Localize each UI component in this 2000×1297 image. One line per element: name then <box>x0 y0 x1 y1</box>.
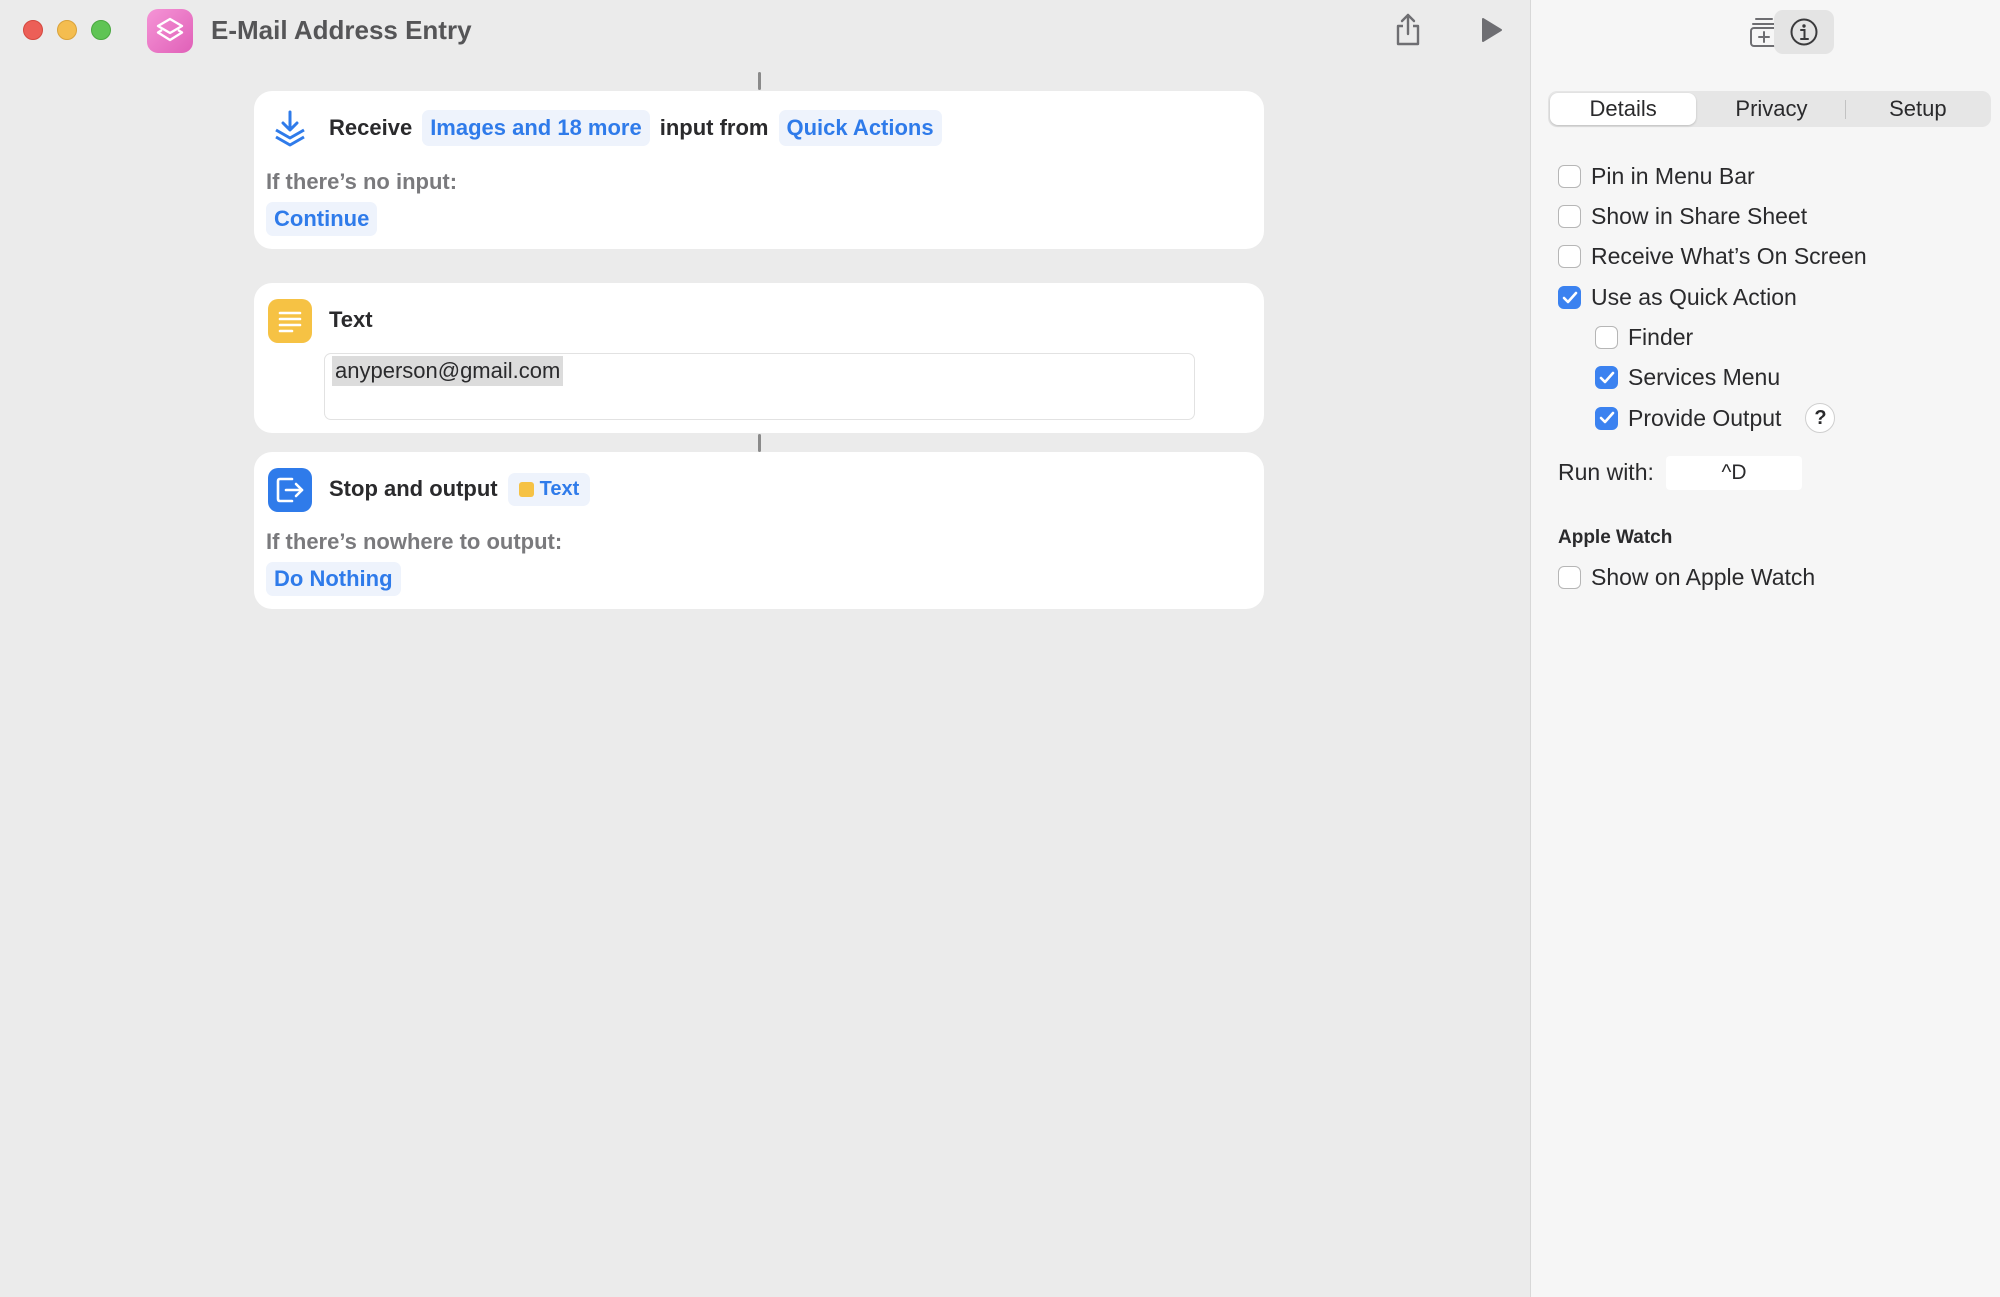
nowhere-output-label: If there’s nowhere to output: <box>266 529 563 554</box>
checkbox[interactable] <box>1558 165 1581 188</box>
info-icon <box>1790 18 1818 46</box>
tab-details[interactable]: Details <box>1550 93 1697 125</box>
text-variable-icon <box>518 481 534 497</box>
flow-connector <box>758 434 761 452</box>
option-show-on-apple-watch[interactable]: Show on Apple Watch <box>1558 564 1815 591</box>
option-label: Use as Quick Action <box>1591 284 1797 310</box>
checkbox[interactable] <box>1595 326 1618 349</box>
checkbox[interactable] <box>1595 366 1618 389</box>
option-receive-whats-on-screen[interactable]: Receive What’s On Screen <box>1558 243 1867 270</box>
minimize-window-button[interactable] <box>57 20 77 40</box>
option-label: Pin in Menu Bar <box>1591 163 1755 189</box>
option-label: Provide Output <box>1628 404 1782 431</box>
stop-row: Stop and output Text <box>329 470 591 508</box>
checkmark-icon <box>1599 411 1614 424</box>
output-variable-label: Text <box>539 477 580 500</box>
text-action-label: Text <box>329 307 373 332</box>
flow-connector <box>758 72 761 90</box>
option-use-as-quick-action[interactable]: Use as Quick Action <box>1558 284 1797 311</box>
help-button[interactable]: ? <box>1805 403 1836 433</box>
shortcuts-app-icon <box>147 9 193 53</box>
keyboard-shortcut-field[interactable]: ^D <box>1666 456 1802 490</box>
nowhere-output-behavior-token[interactable]: Do Nothing <box>266 562 401 596</box>
text-content-field[interactable]: anyperson@gmail.com <box>324 353 1195 420</box>
checkbox[interactable] <box>1558 205 1581 228</box>
share-icon <box>1396 13 1420 46</box>
share-button[interactable] <box>1389 11 1427 49</box>
tab-setup[interactable]: Setup <box>1844 91 1991 127</box>
input-source-token[interactable]: Quick Actions <box>778 110 942 146</box>
text-action-card[interactable]: Text anyperson@gmail.com <box>254 283 1264 433</box>
option-label: Receive What’s On Screen <box>1591 243 1867 269</box>
input-types-token[interactable]: Images and 18 more <box>422 110 650 146</box>
checkbox[interactable] <box>1558 566 1581 589</box>
checkbox[interactable] <box>1558 245 1581 268</box>
option-services-menu[interactable]: Services Menu <box>1595 364 1780 391</box>
apple-watch-header: Apple Watch <box>1558 527 1673 548</box>
text-row: Text <box>329 301 373 339</box>
receive-label: Receive <box>329 115 413 140</box>
option-pin-in-menu-bar[interactable]: Pin in Menu Bar <box>1558 163 1755 190</box>
text-action-icon <box>268 299 312 343</box>
input-from-label: input from <box>659 115 769 140</box>
run-with-label: Run with: <box>1558 459 1654 485</box>
sidebar-tabs: Details Privacy Setup <box>1548 91 1991 127</box>
checkmark-icon <box>1562 291 1577 303</box>
text-content-value[interactable]: anyperson@gmail.com <box>332 356 564 386</box>
tab-separator <box>1844 100 1846 119</box>
run-button[interactable] <box>1472 11 1510 49</box>
option-show-in-share-sheet[interactable]: Show in Share Sheet <box>1558 203 1807 230</box>
checkmark-icon <box>1599 371 1614 383</box>
window-title: E-Mail Address Entry <box>211 15 472 45</box>
receive-row: Receive Images and 18 more input from Qu… <box>329 109 942 147</box>
no-input-behavior-token[interactable]: Continue <box>266 202 378 236</box>
receive-action-card[interactable]: Receive Images and 18 more input from Qu… <box>254 91 1264 249</box>
tab-setup-label: Setup <box>1889 96 1947 121</box>
details-info-button[interactable] <box>1774 10 1834 54</box>
option-label: Show on Apple Watch <box>1591 564 1816 590</box>
details-sidebar: Details Privacy Setup Pin in Menu Bar Sh… <box>1530 0 2000 1297</box>
no-input-label: If there’s no input: <box>266 169 458 194</box>
option-label: Services Menu <box>1628 364 1781 390</box>
option-finder[interactable]: Finder <box>1595 324 1693 351</box>
title-bar: E-Mail Address Entry <box>0 0 1530 60</box>
zoom-window-button[interactable] <box>91 20 111 40</box>
stop-output-action-card[interactable]: Stop and output Text If there’s nowhere … <box>254 452 1264 609</box>
checkbox[interactable] <box>1595 406 1618 430</box>
checkbox[interactable] <box>1558 286 1581 309</box>
play-icon <box>1482 18 1502 42</box>
option-label: Show in Share Sheet <box>1591 203 1808 229</box>
stop-output-icon <box>268 468 312 512</box>
receive-icon <box>268 107 312 151</box>
stop-output-label: Stop and output <box>329 476 498 501</box>
output-variable-token[interactable]: Text <box>507 472 591 506</box>
option-provide-output[interactable]: Provide Output ? <box>1595 403 1836 433</box>
option-label: Finder <box>1628 324 1694 350</box>
tab-privacy[interactable]: Privacy <box>1698 91 1844 127</box>
close-window-button[interactable] <box>23 20 43 40</box>
